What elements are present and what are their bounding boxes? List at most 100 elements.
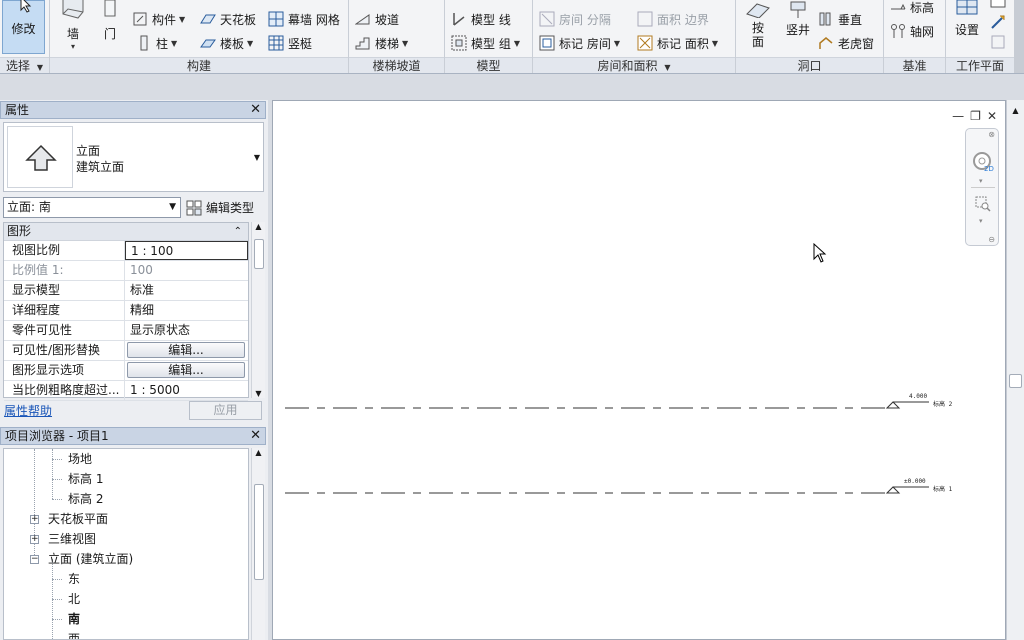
set-workplane-button[interactable]: 设置 <box>950 0 984 38</box>
type-selector[interactable]: 立面 建筑立面 ▼ <box>3 122 264 192</box>
room-icon <box>539 11 555 27</box>
project-browser-tree: 场地 标高 1 标高 2 + 天花板平面 + 三维视图 − 立面 (建筑立面) … <box>3 448 249 640</box>
panel-room-area-dropdown[interactable]: 房间和面积 ▼ <box>533 57 735 73</box>
scroll-thumb[interactable] <box>254 239 264 269</box>
property-row[interactable]: 零件可见性 显示原状态 <box>4 321 248 341</box>
ceiling-button[interactable]: 天花板 <box>200 9 256 29</box>
panel-select: 修改 选择 ▼ <box>0 0 50 73</box>
column-icon <box>140 35 148 51</box>
type-name: 立面 建筑立面 <box>76 144 125 174</box>
properties-title-bar: 属性 ✕ <box>0 101 266 119</box>
left-dock: 属性 ✕ 立面 建筑立面 ▼ 立面: 南 ▼ 编辑类型 图形 ⌃ 视图比例 1 :… <box>0 100 268 640</box>
stair-button[interactable]: 楼梯 ▼ <box>355 33 408 53</box>
shaft-icon <box>790 1 806 18</box>
browser-scrollbar[interactable]: ▲ <box>251 448 265 640</box>
instance-selector[interactable]: 立面: 南 ▼ <box>3 197 181 218</box>
tree-item-ceiling-plans[interactable]: 天花板平面 <box>48 509 108 529</box>
area-button[interactable]: 面积 边界 <box>637 9 709 29</box>
tag-area-icon <box>637 35 653 51</box>
tree-item-3d-views[interactable]: 三维视图 <box>48 529 96 549</box>
component-button[interactable]: 构件 ▼ <box>132 9 185 29</box>
curtain-grid-button[interactable]: 幕墙 网格 <box>268 9 340 29</box>
panel-model-label: 模型 <box>445 57 532 73</box>
by-face-button[interactable]: 按面 <box>740 0 776 49</box>
level-line-1[interactable] <box>285 486 929 494</box>
view-scale-field[interactable]: 1 : 100 <box>125 241 248 260</box>
area-icon <box>637 11 653 27</box>
scroll-thumb[interactable] <box>254 484 264 580</box>
ramp-icon <box>355 14 370 25</box>
wall-button[interactable]: 墙 ▾ <box>56 0 90 51</box>
level-line-2[interactable] <box>285 401 929 409</box>
level-button[interactable]: 标高 <box>890 0 934 17</box>
door-icon <box>104 0 116 17</box>
stair-icon <box>355 37 370 50</box>
column-button[interactable]: 柱 ▼ <box>136 33 177 53</box>
show-workplane-icon[interactable] <box>990 0 1006 12</box>
tree-item-level-1[interactable]: 标高 1 <box>68 469 103 489</box>
properties-close-icon[interactable]: ✕ <box>250 102 261 118</box>
properties-scrollbar[interactable]: ▲ ▼ <box>251 222 265 398</box>
edit-type-button[interactable]: 编辑类型 <box>186 197 254 218</box>
panel-room-area: 房间 分隔 面积 边界 标记 房间 ▼ 标记 面积 ▼ 房间和面积 ▼ <box>533 0 736 73</box>
ceiling-icon <box>200 14 216 24</box>
floor-button[interactable]: 楼板 ▼ <box>200 33 253 53</box>
property-row[interactable]: 当比例粗略度超过... 1 : 5000 <box>4 381 248 401</box>
browser-close-icon[interactable]: ✕ <box>250 428 261 444</box>
expand-icon[interactable]: + <box>30 515 39 524</box>
property-row[interactable]: 详细程度 精细 <box>4 301 248 321</box>
tree-item-elevations[interactable]: 立面 (建筑立面) <box>48 549 133 569</box>
room-button[interactable]: 房间 分隔 <box>539 9 611 29</box>
mullion-button[interactable]: 竖梃 <box>268 33 312 53</box>
model-line-button[interactable]: 模型 线 <box>451 9 511 29</box>
property-row[interactable]: 显示模型 标准 <box>4 281 248 301</box>
component-icon <box>133 12 147 26</box>
drawing-canvas[interactable]: — ❐ ✕ ⊗ 2D ▾ ▾ ⊖ 4.000 标高 2 ±0.000 标高 1 <box>272 100 1006 640</box>
tag-area-button[interactable]: 标记 面积 ▼ <box>637 33 718 53</box>
properties-title: 属性 <box>5 103 30 117</box>
modify-button[interactable]: 修改 <box>2 0 45 54</box>
model-group-button[interactable]: 模型 组 ▼ <box>451 33 520 53</box>
door-button[interactable]: 门 <box>96 0 124 42</box>
dormer-button[interactable]: 老虎窗 <box>818 33 874 53</box>
tree-item-east[interactable]: 东 <box>68 569 80 589</box>
collapse-icon: ⌃ <box>233 226 242 237</box>
graphic-display-edit-button[interactable]: 编辑... <box>127 362 245 378</box>
canvas-scrollbar[interactable]: ▲ <box>1006 100 1024 640</box>
shaft-button[interactable]: 竖井 <box>780 0 816 38</box>
expand-icon[interactable]: + <box>30 535 39 544</box>
ref-plane-icon[interactable] <box>990 14 1006 30</box>
panel-workplane: 设置 工作平面 <box>946 0 1014 73</box>
tree-item-west[interactable]: 西 <box>68 629 80 639</box>
tree-item-site[interactable]: 场地 <box>68 449 92 469</box>
level-2-name[interactable]: 标高 2 <box>933 399 952 408</box>
curtain-grid-icon <box>268 11 284 27</box>
properties-help-link[interactable]: 属性帮助 <box>4 402 52 419</box>
panel-datum: 标高 轴网 基准 <box>884 0 946 73</box>
tree-item-south[interactable]: 南 <box>68 609 80 629</box>
scroll-thumb[interactable] <box>1009 374 1022 388</box>
panel-opening-label: 洞口 <box>736 57 883 73</box>
level-1-elevation[interactable]: ±0.000 <box>904 478 926 485</box>
browser-title: 项目浏览器 - 项目1 <box>5 429 109 443</box>
tree-item-level-2[interactable]: 标高 2 <box>68 489 103 509</box>
floor-icon <box>200 39 216 48</box>
visibility-edit-button[interactable]: 编辑... <box>127 342 245 358</box>
ramp-button[interactable]: 坡道 <box>355 9 399 29</box>
tag-room-button[interactable]: 标记 房间 ▼ <box>539 33 620 53</box>
apply-button[interactable]: 应用 <box>189 401 262 420</box>
panel-circulation-label: 楼梯坡道 <box>349 57 444 73</box>
viewer-icon[interactable] <box>990 34 1006 50</box>
grid-button[interactable]: 轴网 <box>890 21 934 41</box>
collapse-icon[interactable]: − <box>30 555 39 564</box>
level-2-elevation[interactable]: 4.000 <box>909 393 927 400</box>
panel-select-dropdown[interactable]: 选择 ▼ <box>0 57 49 73</box>
property-row[interactable]: 视图比例 1 : 100 <box>4 241 248 261</box>
type-dropdown-icon[interactable]: ▼ <box>254 153 260 162</box>
level-1-name[interactable]: 标高 1 <box>933 484 952 493</box>
group-header-graphics[interactable]: 图形 ⌃ <box>4 223 248 241</box>
vertical-button[interactable]: 垂直 <box>818 9 862 29</box>
tree-item-north[interactable]: 北 <box>68 589 80 609</box>
edit-type-icon <box>186 200 202 215</box>
elevation-up-arrow-icon <box>25 144 57 171</box>
